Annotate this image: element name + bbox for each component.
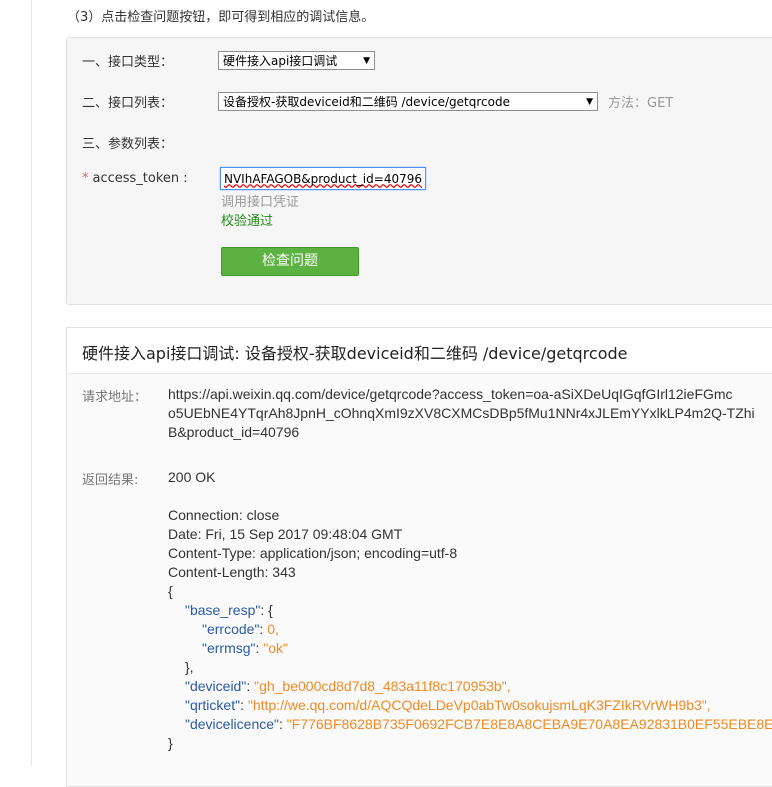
json-open-brace: { <box>168 583 173 599</box>
result-panel: 硬件接入api接口调试: 设备授权-获取deviceid和二维码 /device… <box>66 327 772 787</box>
json-line-errcode: "errcode": 0, <box>202 621 279 637</box>
response-header: Content-Length: 343 <box>168 564 296 580</box>
param-hint: 调用接口凭证 <box>221 195 300 210</box>
json-line-devicelicence: "devicelicence": "F776BF8628B735F0692FCB… <box>185 716 772 732</box>
response-header: Content-Type: application/json; encoding… <box>168 545 458 561</box>
validation-message: 校验通过 <box>221 214 274 229</box>
request-url-line: B&product_id=40796 <box>168 424 300 440</box>
response-header: Date: Fri, 15 Sep 2017 09:48:04 GMT <box>168 526 403 542</box>
response-header: Connection: close <box>168 507 280 523</box>
request-url-line: https://api.weixin.qq.com/device/getqrco… <box>168 386 733 402</box>
result-title: 硬件接入api接口调试: 设备授权-获取deviceid和二维码 /device… <box>82 344 628 363</box>
interface-list-select[interactable]: 设备授权-获取deviceid和二维码 /device/getqrcode ▼ <box>218 92 598 111</box>
json-line-base-resp: "base_resp": { <box>185 602 273 618</box>
interface-type-value: 硬件接入api接口调试 <box>223 54 338 68</box>
required-mark: * <box>82 171 89 186</box>
instruction-text: （3）点击检查问题按钮，即可得到相应的调试信息。 <box>67 10 375 25</box>
interface-list-value: 设备授权-获取deviceid和二维码 /device/getqrcode <box>223 95 510 109</box>
response-body: 200 OK Connection: close Date: Fri, 15 Se… <box>168 468 772 753</box>
response-status: 200 OK <box>168 469 216 485</box>
json-line-base-resp-close: }, <box>185 659 194 675</box>
result-header: 硬件接入api接口调试: 设备授权-获取deviceid和二维码 /device… <box>67 328 772 374</box>
access-token-input[interactable]: NVIhAFAGOB&product_id=40796 <box>220 167 426 190</box>
interface-list-label: 二、接口列表： <box>82 96 174 111</box>
method-text: 方法：GET <box>608 96 674 111</box>
check-problem-button[interactable]: 检查问题 <box>221 247 359 276</box>
left-divider <box>31 0 32 766</box>
request-url-label: 请求地址： <box>82 390 148 405</box>
request-url[interactable]: https://api.weixin.qq.com/device/getqrco… <box>168 385 755 442</box>
chevron-down-icon: ▼ <box>363 55 370 66</box>
json-close-brace: } <box>168 735 173 751</box>
json-line-deviceid: "deviceid": "gh_be000cd8d7d8_483a11f8c17… <box>185 678 511 694</box>
response-label: 返回结果: <box>82 473 139 488</box>
param-name: access_token : <box>92 171 188 186</box>
interface-type-label: 一、接口类型： <box>82 55 174 70</box>
access-token-label: * access_token : <box>82 171 188 186</box>
interface-type-select[interactable]: 硬件接入api接口调试 ▼ <box>218 51 375 70</box>
chevron-down-icon: ▼ <box>586 96 593 107</box>
json-line-qrticket: "qrticket": "http://we.qq.com/d/AQCQdeLD… <box>185 697 711 713</box>
access-token-value: NVIhAFAGOB&product_id=40796 <box>223 171 422 186</box>
param-list-label: 三、参数列表： <box>82 137 174 152</box>
json-line-errmsg: "errmsg": "ok" <box>202 640 289 656</box>
debug-form-panel: 一、接口类型： 硬件接入api接口调试 ▼ 二、接口列表： 设备授权-获取dev… <box>66 37 772 305</box>
request-url-line: o5UEbNE4YTqrAh8JpnH_cOhnqXmI9zXV8CXMCsDB… <box>168 405 755 421</box>
